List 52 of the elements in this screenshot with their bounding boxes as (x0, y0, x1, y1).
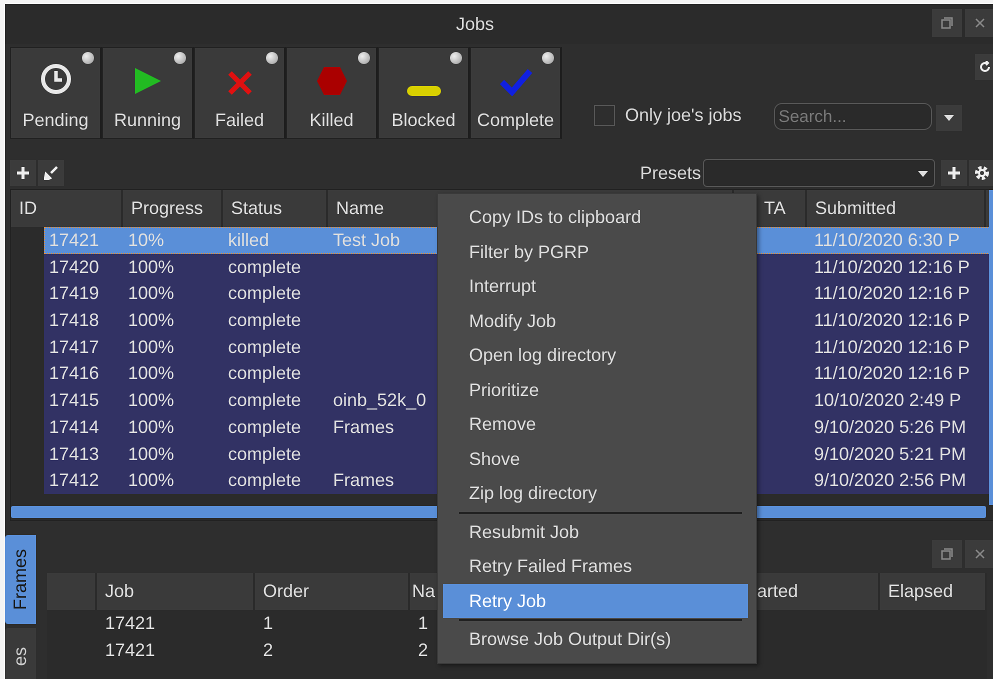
table-cell: 17416 (49, 363, 100, 384)
table-cell: 100% (128, 416, 174, 437)
table-cell-text: 9/10/2020 5:26 PM (813, 416, 968, 439)
table-cell-text: 1 (262, 612, 274, 635)
table-cell: 100% (128, 256, 174, 277)
table-cell-text: 11/10/2020 12:16 P (813, 362, 971, 386)
table-cell: 17419 (49, 283, 100, 304)
table-cell: complete (228, 470, 302, 490)
table-cell: oinb_52k_0 (333, 390, 426, 410)
table-cell: 17417 (49, 336, 100, 357)
table-cell-text: 10/10/2020 2:49 P (813, 389, 962, 412)
table-cell-text: 11/10/2020 12:16 P (813, 336, 971, 359)
table-cell: Frames (333, 416, 394, 437)
table-cell: 100% (128, 470, 174, 490)
table-cell: complete (228, 310, 302, 330)
table-cell-text: 17421 (104, 639, 156, 662)
table-cell-text: 17421 (104, 612, 156, 635)
table-cell: Test Job (333, 230, 400, 250)
table-cell: 17418 (49, 310, 100, 330)
table-cell: 17414 (49, 416, 100, 437)
table-cell: 100% (128, 444, 174, 464)
table-cell-text: 9/10/2020 5:21 PM (813, 442, 968, 466)
table-cell: 17413 (49, 444, 100, 464)
window-title: Jobs (456, 14, 494, 34)
table-cell: 17415 (49, 390, 100, 410)
table-cell-text: 11/10/2020 6:30 P (813, 229, 961, 252)
table-cell: complete (228, 416, 302, 437)
table-cell: Frames (333, 470, 394, 490)
table-cell-text: 11/10/2020 12:16 P (813, 282, 971, 306)
table-cell: 1 (418, 613, 428, 633)
table-cell: 100% (128, 310, 174, 330)
table-cell: complete (228, 444, 302, 464)
table-cell: complete (228, 256, 302, 277)
table-cell-text: 11/10/2020 12:16 P (813, 256, 971, 279)
table-cell: complete (228, 283, 302, 304)
table-cell-text: 2 (262, 639, 274, 662)
table-cell: 17421 (49, 230, 100, 250)
table-cell: complete (228, 390, 302, 410)
table-cell: complete (228, 363, 302, 384)
table-cell-text: 11/10/2020 12:16 P (813, 309, 971, 332)
table-cell: complete (228, 336, 302, 357)
table-cell: 17412 (49, 470, 100, 490)
table-cell: 100% (128, 336, 174, 357)
table-cell: 2 (418, 640, 428, 660)
table-cell: killed (228, 230, 270, 250)
table-cell: 100% (128, 283, 174, 304)
table-cell: 17420 (49, 256, 100, 277)
presets-label: Presets (640, 162, 701, 184)
table-cell: 100% (128, 363, 174, 384)
table-cell: 100% (128, 390, 174, 410)
table-cell-text: 9/10/2020 2:56 PM (813, 469, 968, 492)
table-cell: 10% (128, 230, 164, 250)
